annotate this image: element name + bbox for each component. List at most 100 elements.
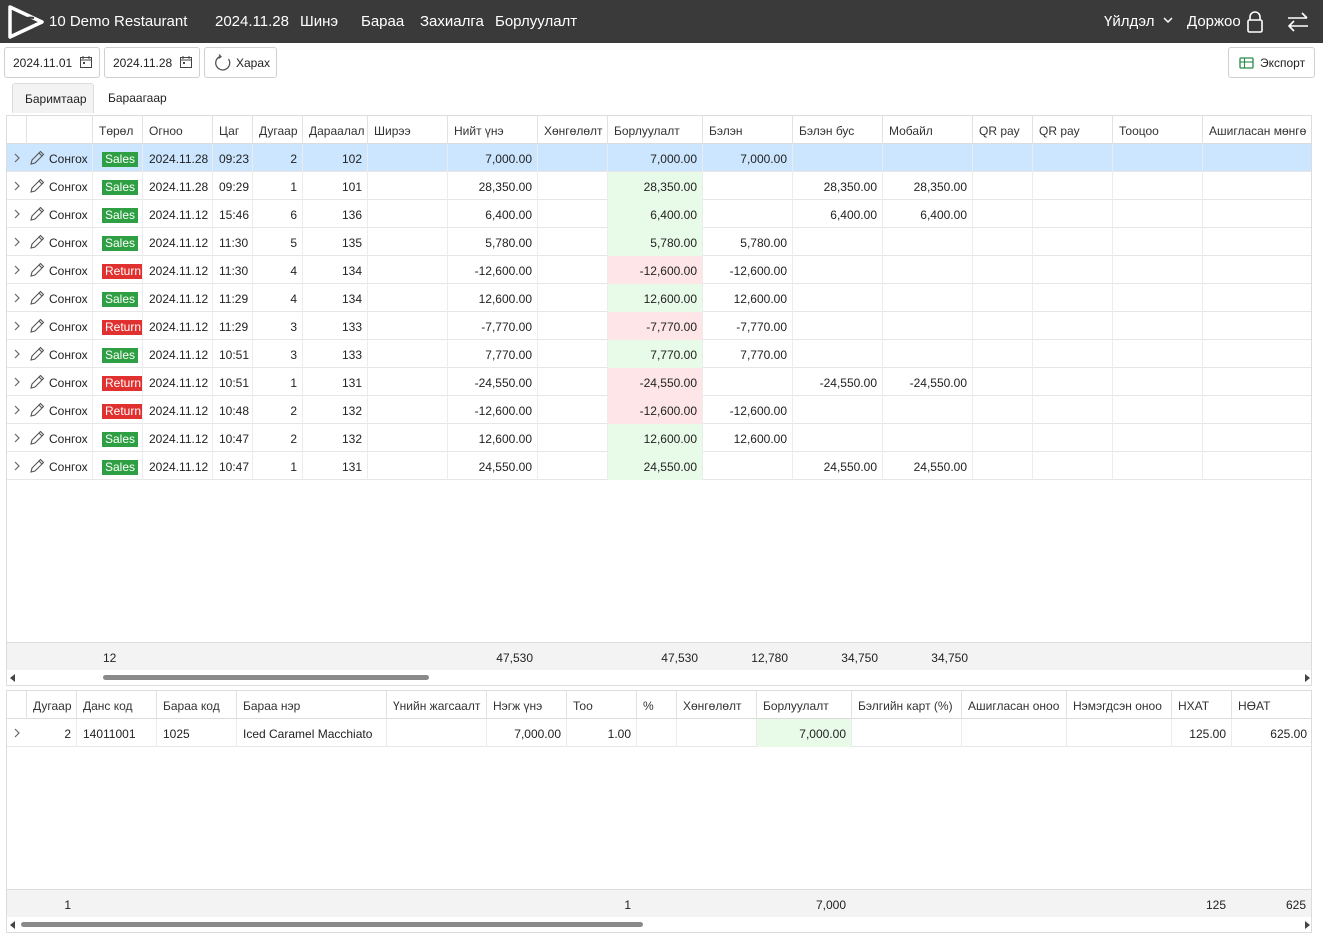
column-header-mobile[interactable]: Мобайл	[883, 116, 973, 144]
chevron-right-icon[interactable]	[13, 349, 21, 359]
swap-icon[interactable]	[1286, 12, 1310, 32]
scroll-thumb[interactable]	[21, 922, 643, 927]
column-header-added-points[interactable]: Нэмэгдсэн оноо	[1067, 691, 1172, 719]
pencil-icon[interactable]	[29, 150, 45, 166]
pencil-icon[interactable]	[29, 374, 45, 390]
chevron-right-icon[interactable]	[13, 728, 21, 738]
chevron-right-icon[interactable]	[13, 377, 21, 387]
table-row[interactable]: Сонгох Return 2024.11.12 11:29 3 133 -7,770.00…	[7, 312, 1311, 340]
table-row[interactable]: Сонгох Return 2024.11.12 11:30 4 134 -12,600.0…	[7, 256, 1311, 284]
column-header-vat[interactable]: НӨАТ	[1232, 691, 1311, 719]
select-link[interactable]: Сонгох	[49, 432, 88, 446]
chevron-right-icon[interactable]	[13, 433, 21, 443]
table-row[interactable]: Сонгох Sales 2024.11.12 10:51 3 133 7,770.00 7,…	[7, 340, 1311, 368]
scroll-right-icon[interactable]	[1303, 674, 1311, 682]
tab-by-product[interactable]: Бараагаар	[96, 83, 178, 113]
select-link[interactable]: Сонгох	[49, 292, 88, 306]
column-header-table[interactable]: Ширээ	[368, 116, 448, 144]
column-header-non-cash[interactable]: Бэлэн бус	[793, 116, 883, 144]
table-row[interactable]: Сонгох Sales 2024.11.12 10:47 1 131 24,550.00 2…	[7, 452, 1311, 480]
select-link[interactable]: Сонгох	[49, 236, 88, 250]
select-link[interactable]: Сонгох	[49, 180, 88, 194]
nav-new[interactable]: Шинэ	[300, 13, 338, 30]
pencil-icon[interactable]	[29, 430, 45, 446]
nav-sales[interactable]: Борлуулалт	[495, 13, 577, 30]
pencil-icon[interactable]	[29, 290, 45, 306]
scroll-thumb[interactable]	[103, 675, 429, 680]
table-row[interactable]: Сонгох Sales 2024.11.12 15:46 6 136 6,400.00 6,…	[7, 200, 1311, 228]
table-row[interactable]: Сонгох Return 2024.11.12 10:48 2 132 -12,600.0…	[7, 396, 1311, 424]
column-header-cash[interactable]: Бэлэн	[703, 116, 793, 144]
chevron-right-icon[interactable]	[13, 405, 21, 415]
chevron-right-icon[interactable]	[13, 153, 21, 163]
pencil-icon[interactable]	[29, 234, 45, 250]
pencil-icon[interactable]	[29, 402, 45, 418]
tab-by-receipt[interactable]: Баримтаар	[12, 83, 94, 113]
table-row[interactable]: Сонгох Return 2024.11.12 10:51 1 131 -24,550.0…	[7, 368, 1311, 396]
table-row[interactable]: Сонгох Sales 2024.11.28 09:23 2 102 7,000.00 7,…	[7, 144, 1311, 172]
chevron-right-icon[interactable]	[13, 293, 21, 303]
pencil-icon[interactable]	[29, 318, 45, 334]
column-header-sales[interactable]: Борлуулалт	[608, 116, 703, 144]
date-to-input[interactable]: 2024.11.28	[104, 47, 200, 78]
chevron-right-icon[interactable]	[13, 461, 21, 471]
select-link[interactable]: Сонгох	[49, 376, 88, 390]
column-header-sequence[interactable]: Дараалал	[303, 116, 368, 144]
calendar-icon[interactable]	[80, 56, 92, 68]
select-link[interactable]: Сонгох	[49, 460, 88, 474]
column-header-account-code[interactable]: Данс код	[77, 691, 157, 719]
select-link[interactable]: Сонгох	[49, 404, 88, 418]
view-button[interactable]: Харах	[204, 47, 277, 78]
calendar-icon[interactable]	[180, 56, 192, 68]
export-button[interactable]: Экспорт	[1228, 47, 1315, 78]
nav-products[interactable]: Бараа	[361, 13, 404, 30]
pencil-icon[interactable]	[29, 262, 45, 278]
column-header-product-name[interactable]: Бараа нэр	[237, 691, 387, 719]
lock-icon[interactable]	[1246, 11, 1264, 33]
table-row[interactable]: Сонгох Sales 2024.11.28 09:29 1 101 28,350.00 2…	[7, 172, 1311, 200]
column-header-qr-pay-2[interactable]: QR pay	[1033, 116, 1113, 144]
chevron-right-icon[interactable]	[13, 209, 21, 219]
select-link[interactable]: Сонгох	[49, 208, 88, 222]
column-header-used-points[interactable]: Ашигласан оноо	[962, 691, 1067, 719]
pencil-icon[interactable]	[29, 206, 45, 222]
pencil-icon[interactable]	[29, 458, 45, 474]
table-row[interactable]: Сонгох Sales 2024.11.12 11:30 5 135 5,780.00 5,…	[7, 228, 1311, 256]
column-header-sales[interactable]: Борлуулалт	[757, 691, 852, 719]
column-header-product-code[interactable]: Бараа код	[157, 691, 237, 719]
scroll-left-icon[interactable]	[9, 921, 17, 929]
operations-menu[interactable]: Үйлдэл	[1104, 13, 1154, 30]
pencil-icon[interactable]	[29, 178, 45, 194]
column-header-nhat[interactable]: НХАТ	[1172, 691, 1232, 719]
chevron-down-icon[interactable]	[1163, 15, 1173, 25]
chevron-right-icon[interactable]	[13, 265, 21, 275]
column-header-used-money[interactable]: Ашигласан мөнгө	[1203, 116, 1311, 144]
select-link[interactable]: Сонгох	[49, 152, 88, 166]
horizontal-scrollbar[interactable]	[7, 670, 1311, 685]
horizontal-scrollbar[interactable]	[7, 917, 1311, 932]
column-header-date[interactable]: Огноо	[143, 116, 213, 144]
scroll-left-icon[interactable]	[9, 674, 17, 682]
column-header-discount[interactable]: Хөнгөлөлт	[538, 116, 608, 144]
table-row[interactable]: Сонгох Sales 2024.11.12 10:47 2 132 12,600.00 1…	[7, 424, 1311, 452]
chevron-right-icon[interactable]	[13, 237, 21, 247]
column-header-type[interactable]: Төрөл	[93, 116, 143, 144]
column-header-settlement[interactable]: Тооцоо	[1113, 116, 1203, 144]
column-header-unit-price[interactable]: Нэгж үнэ	[487, 691, 567, 719]
column-header-number[interactable]: Дугаар	[27, 691, 77, 719]
chevron-right-icon[interactable]	[13, 321, 21, 331]
column-header-number[interactable]: Дугаар	[253, 116, 303, 144]
column-header-discount[interactable]: Хөнгөлөлт	[677, 691, 757, 719]
column-header-percent[interactable]: %	[637, 691, 677, 719]
column-header-total-price[interactable]: Нийт үнэ	[448, 116, 538, 144]
pencil-icon[interactable]	[29, 346, 45, 362]
column-header-quantity[interactable]: Тоо	[567, 691, 637, 719]
date-from-input[interactable]: 2024.11.01	[4, 47, 100, 78]
column-header-time[interactable]: Цаг	[213, 116, 253, 144]
select-link[interactable]: Сонгох	[49, 348, 88, 362]
column-header-gift-card[interactable]: Бэлгийн карт (%)	[852, 691, 962, 719]
column-header-qr-pay[interactable]: QR pay	[973, 116, 1033, 144]
table-row[interactable]: Сонгох Sales 2024.11.12 11:29 4 134 12,600.00 1…	[7, 284, 1311, 312]
scroll-right-icon[interactable]	[1303, 921, 1311, 929]
column-header-price-list[interactable]: Үнийн жагсаалт	[387, 691, 487, 719]
